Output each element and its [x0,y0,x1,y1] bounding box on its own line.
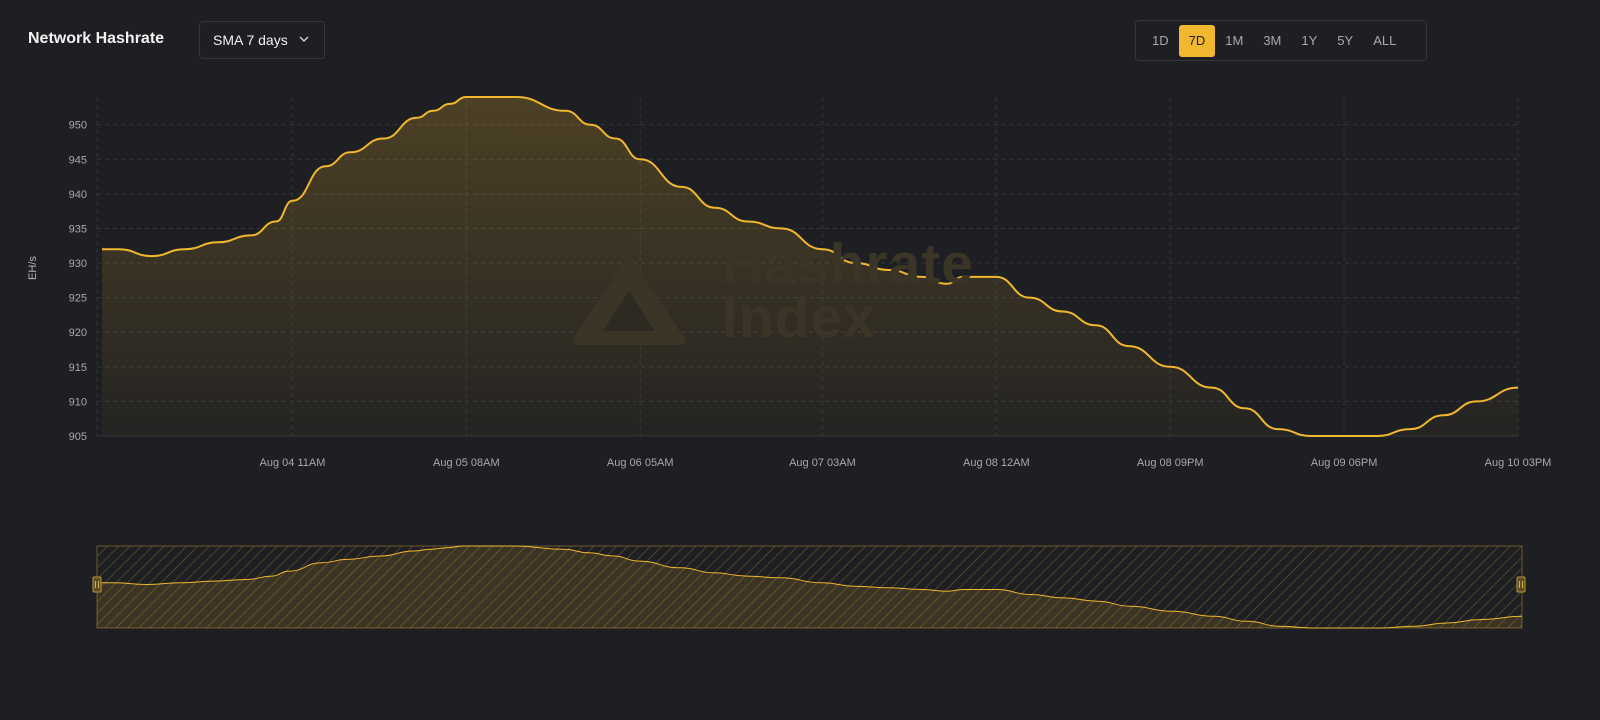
y-tick-label: 920 [69,327,87,339]
x-tick-label: Aug 08 12AM [963,457,1030,469]
x-tick-label: Aug 07 03AM [789,457,856,469]
y-tick-label: 945 [69,154,87,166]
time-range-selector: 1D 7D 1M 3M 1Y 5Y ALL [1135,20,1427,61]
y-tick-label: 940 [69,189,87,201]
hashrate-area-fill [102,97,1518,436]
x-tick-label: Aug 04 11AM [260,457,326,469]
sma-period-select[interactable]: SMA 7 days [199,21,325,59]
range-button-1m[interactable]: 1M [1215,25,1253,57]
drag-handle-icon[interactable] [1516,576,1526,593]
header: Network Hashrate SMA 7 days 1D 7D 1M 3M 1Y 5Y… [0,0,1600,80]
range-button-5y[interactable]: 5Y [1327,25,1363,57]
y-tick-label: 915 [69,362,87,374]
y-axis-ticks: 905 910 915 920 925 930 935 940 945 950 [69,120,87,443]
x-tick-label: Aug 08 09PM [1137,457,1204,469]
range-button-3m[interactable]: 3M [1253,25,1291,57]
x-tick-label: Aug 10 03PM [1485,457,1552,469]
y-tick-label: 935 [69,223,87,235]
range-navigator[interactable] [0,540,1600,630]
y-tick-label: 950 [69,120,87,132]
range-button-7d[interactable]: 7D [1178,24,1216,57]
hashrate-chart: 905 910 915 920 925 930 935 940 945 950 Aug 04 11… [69,96,1552,469]
x-axis-ticks: Aug 04 11AM Aug 05 08AM Aug 06 05AM Aug 07 … [260,457,1552,469]
y-tick-label: 910 [69,396,87,408]
y-tick-label: 930 [69,258,87,270]
y-tick-label: 905 [69,431,87,443]
y-tick-label: 925 [69,293,87,305]
navigator-handle-right[interactable] [1516,576,1526,593]
range-button-all[interactable]: ALL [1363,25,1406,57]
sma-select-label: SMA 7 days [213,32,288,48]
range-button-1y[interactable]: 1Y [1291,25,1327,57]
x-tick-label: Aug 06 05AM [607,457,674,469]
range-button-1d[interactable]: 1D [1142,25,1179,57]
x-tick-label: Aug 09 06PM [1311,457,1378,469]
navigator-handle-left[interactable] [92,576,102,593]
drag-handle-icon[interactable] [92,576,102,593]
page-title: Network Hashrate [28,30,165,47]
x-tick-label: Aug 05 08AM [433,457,500,469]
chevron-down-icon [299,36,309,42]
